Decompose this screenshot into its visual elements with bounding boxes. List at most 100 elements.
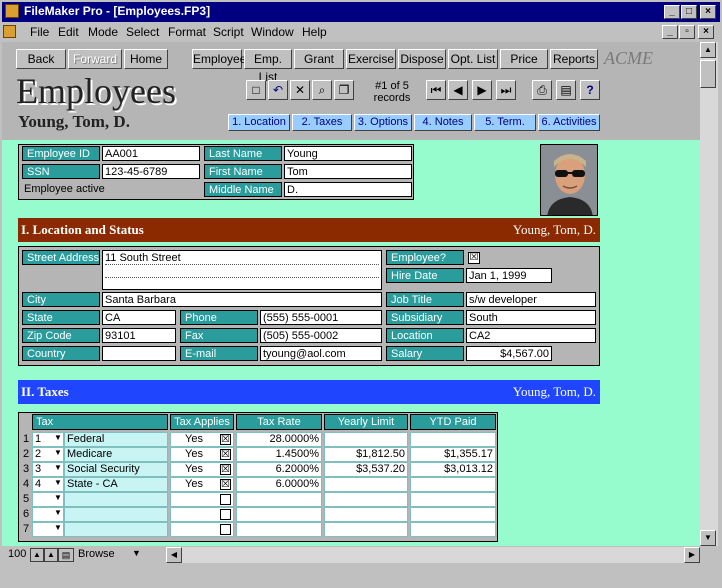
tax-dropdown-icon[interactable]: ▼ bbox=[54, 463, 62, 472]
hire-date-field[interactable]: Jan 1, 1999 bbox=[466, 268, 552, 283]
document-icon[interactable] bbox=[3, 25, 16, 38]
menu-script[interactable]: Script bbox=[213, 25, 244, 39]
employee-button[interactable]: Employee bbox=[192, 49, 246, 69]
doc-minimize-icon[interactable]: _ bbox=[662, 25, 678, 39]
employee-photo[interactable] bbox=[540, 144, 598, 216]
first-record-icon[interactable]: ⏮ bbox=[426, 80, 446, 100]
tax-dropdown-icon[interactable]: ▼ bbox=[54, 523, 62, 532]
street-field[interactable]: 11 South Street bbox=[102, 250, 382, 290]
doc-restore-icon[interactable]: ▫ bbox=[679, 25, 695, 39]
tax-rate-field[interactable] bbox=[236, 507, 322, 522]
yearly-limit-field[interactable]: $3,537.20 bbox=[324, 462, 408, 477]
find-icon[interactable]: ⌕ bbox=[312, 80, 332, 100]
zip-field[interactable]: 93101 bbox=[102, 328, 176, 343]
tax-rate-field[interactable]: 6.2000% bbox=[236, 462, 322, 477]
zoom-in-icon[interactable]: ▲ bbox=[44, 548, 58, 562]
tax-name-field[interactable]: State - CA bbox=[64, 477, 168, 492]
status-area-icon[interactable]: ▤ bbox=[58, 548, 74, 562]
tax-dropdown-icon[interactable]: ▼ bbox=[54, 493, 62, 502]
middle-name-field[interactable]: D. bbox=[284, 182, 412, 197]
subsidiary-field[interactable]: South bbox=[466, 310, 596, 325]
yearly-limit-field[interactable] bbox=[324, 432, 408, 447]
forward-button[interactable]: Forward bbox=[68, 49, 122, 69]
job-title-field[interactable]: s/w developer bbox=[466, 292, 596, 307]
yearly-limit-field[interactable] bbox=[324, 522, 408, 537]
fax-field[interactable]: (505) 555-0002 bbox=[260, 328, 382, 343]
tax-rate-field[interactable] bbox=[236, 522, 322, 537]
tax-dropdown-icon[interactable]: ▼ bbox=[54, 448, 62, 457]
scroll-right-icon[interactable]: ▶ bbox=[684, 547, 700, 563]
scroll-up-icon[interactable]: ▲ bbox=[700, 42, 716, 58]
ytd-paid-field[interactable] bbox=[410, 492, 496, 507]
yearly-limit-field[interactable] bbox=[324, 492, 408, 507]
ytd-paid-field[interactable] bbox=[410, 507, 496, 522]
tax-applies-checkbox[interactable] bbox=[220, 509, 231, 520]
scroll-down-icon[interactable]: ▼ bbox=[700, 530, 716, 546]
employee-id-field[interactable]: AA001 bbox=[102, 146, 200, 161]
phone-field[interactable]: (555) 555-0001 bbox=[260, 310, 382, 325]
grant-button[interactable]: Grant bbox=[294, 49, 344, 69]
undo-icon[interactable]: ↶ bbox=[268, 80, 288, 100]
duplicate-icon[interactable]: ❐ bbox=[334, 80, 354, 100]
tax-rate-field[interactable] bbox=[236, 492, 322, 507]
mode-select[interactable]: Browse bbox=[78, 548, 115, 560]
menu-mode[interactable]: Mode bbox=[88, 25, 118, 39]
back-button[interactable]: Back bbox=[16, 49, 66, 69]
tax-dropdown-icon[interactable]: ▼ bbox=[54, 478, 62, 487]
last-record-icon[interactable]: ⏭ bbox=[496, 80, 516, 100]
menu-file[interactable]: File bbox=[30, 25, 49, 39]
prev-record-icon[interactable]: ◀ bbox=[448, 80, 468, 100]
ytd-paid-field[interactable] bbox=[410, 522, 496, 537]
tab-location[interactable]: 1. Location bbox=[228, 114, 290, 131]
menu-window[interactable]: Window bbox=[251, 25, 294, 39]
yearly-limit-field[interactable] bbox=[324, 477, 408, 492]
scroll-left-icon[interactable]: ◀ bbox=[166, 547, 182, 563]
tax-dropdown-icon[interactable]: ▼ bbox=[54, 508, 62, 517]
price-button[interactable]: Price bbox=[500, 49, 548, 69]
last-name-field[interactable]: Young bbox=[284, 146, 412, 161]
tax-rate-field[interactable]: 6.0000% bbox=[236, 477, 322, 492]
tab-options[interactable]: 3. Options bbox=[354, 114, 412, 131]
tax-applies-checkbox[interactable]: ☒ bbox=[220, 434, 231, 445]
tax-name-field[interactable] bbox=[64, 507, 168, 522]
tax-applies-checkbox[interactable]: ☒ bbox=[220, 479, 231, 490]
email-field[interactable]: tyoung@aol.com bbox=[260, 346, 382, 361]
emp-list-button[interactable]: Emp. List bbox=[244, 49, 292, 84]
doc-close-icon[interactable]: × bbox=[698, 25, 714, 39]
vertical-scrollbar[interactable]: ▲ ▼ bbox=[700, 42, 718, 546]
tab-taxes[interactable]: 2. Taxes bbox=[292, 114, 352, 131]
dispose-button[interactable]: Dispose bbox=[398, 49, 446, 69]
ytd-paid-field[interactable]: $1,355.17 bbox=[410, 447, 496, 462]
opt-list-button[interactable]: Opt. List bbox=[448, 49, 498, 69]
mode-dropdown-icon[interactable]: ▼ bbox=[132, 548, 141, 558]
tax-rate-field[interactable]: 28.0000% bbox=[236, 432, 322, 447]
ssn-field[interactable]: 123-45-6789 bbox=[102, 164, 200, 179]
vertical-scroll-thumb[interactable] bbox=[700, 60, 716, 88]
print-icon[interactable]: ⎙ bbox=[532, 80, 552, 100]
yearly-limit-field[interactable] bbox=[324, 507, 408, 522]
tax-name-field[interactable]: Medicare bbox=[64, 447, 168, 462]
tax-name-field[interactable] bbox=[64, 522, 168, 537]
home-button[interactable]: Home bbox=[124, 49, 168, 69]
first-name-field[interactable]: Tom bbox=[284, 164, 412, 179]
tab-notes[interactable]: 4. Notes bbox=[414, 114, 472, 131]
state-field[interactable]: CA bbox=[102, 310, 176, 325]
new-record-icon[interactable]: □ bbox=[246, 80, 266, 100]
tax-name-field[interactable] bbox=[64, 492, 168, 507]
menu-edit[interactable]: Edit bbox=[58, 25, 79, 39]
exercise-button[interactable]: Exercise bbox=[346, 49, 396, 69]
employee-checkbox[interactable]: ☒ bbox=[468, 252, 480, 264]
minimize-icon[interactable]: _ bbox=[664, 5, 680, 19]
menu-format[interactable]: Format bbox=[168, 25, 206, 39]
yearly-limit-field[interactable]: $1,812.50 bbox=[324, 447, 408, 462]
maximize-icon[interactable]: □ bbox=[681, 5, 697, 19]
tax-name-field[interactable]: Federal bbox=[64, 432, 168, 447]
location-field[interactable]: CA2 bbox=[466, 328, 596, 343]
ytd-paid-field[interactable]: $3,013.12 bbox=[410, 462, 496, 477]
help-icon[interactable]: ? bbox=[580, 80, 600, 100]
tab-term[interactable]: 5. Term. bbox=[474, 114, 536, 131]
filemaker-app-icon[interactable] bbox=[5, 4, 19, 18]
tax-applies-checkbox[interactable]: ☒ bbox=[220, 449, 231, 460]
tab-activities[interactable]: 6. Activities bbox=[538, 114, 600, 131]
ytd-paid-field[interactable] bbox=[410, 477, 496, 492]
